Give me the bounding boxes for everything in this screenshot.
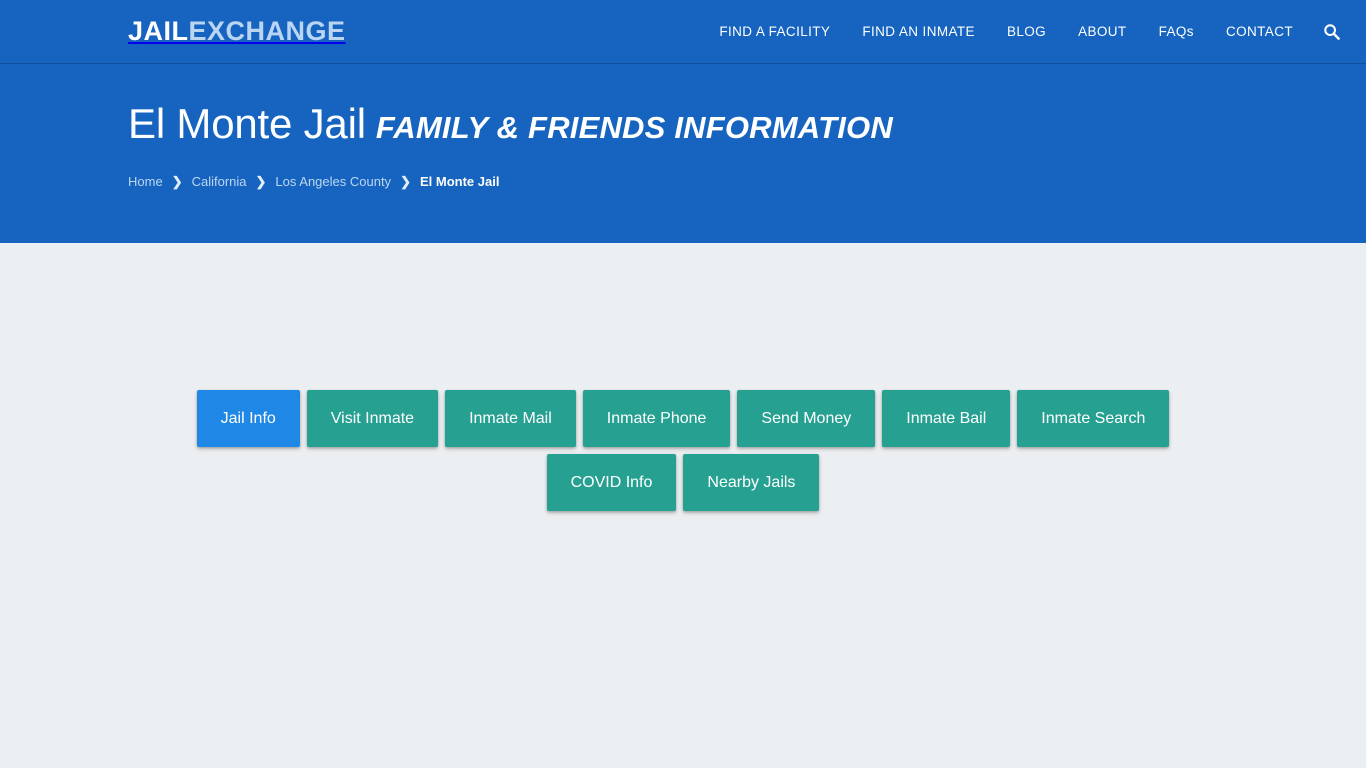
nav-item-blog[interactable]: BLOG xyxy=(991,0,1062,64)
nav-item-find-an-inmate[interactable]: FIND AN INMATE xyxy=(846,0,991,64)
tab-inmate-bail[interactable]: Inmate Bail xyxy=(882,390,1011,447)
tab-inmate-mail[interactable]: Inmate Mail xyxy=(445,390,576,447)
tab-nearby-jails[interactable]: Nearby Jails xyxy=(683,454,820,511)
tab-inmate-search[interactable]: Inmate Search xyxy=(1017,390,1170,447)
breadcrumb-item-current: El Monte Jail xyxy=(419,174,500,189)
page-title-main: El Monte Jail xyxy=(128,100,366,147)
nav-link-contact[interactable]: CONTACT xyxy=(1210,0,1309,64)
nav-link-find-a-facility[interactable]: FIND A FACILITY xyxy=(703,0,846,64)
tab-inmate-phone[interactable]: Inmate Phone xyxy=(582,390,731,447)
nav-item-about[interactable]: ABOUT xyxy=(1062,0,1143,64)
breadcrumb-item-home[interactable]: Home xyxy=(128,174,163,189)
breadcrumb-item-los-angeles-county[interactable]: Los Angeles County xyxy=(275,174,391,189)
nav-link-about[interactable]: ABOUT xyxy=(1062,0,1143,64)
nav-link-faqs[interactable]: FAQs xyxy=(1143,0,1210,64)
breadcrumb-item-california[interactable]: California xyxy=(192,174,247,189)
facility-tab-group: Jail Info Visit Inmate Inmate Mail Inmat… xyxy=(0,390,1366,518)
page-hero: El Monte Jail FAMILY & FRIENDS INFORMATIO… xyxy=(0,64,1366,243)
tab-covid-info[interactable]: COVID Info xyxy=(546,454,677,511)
breadcrumb-chevron-right-icon: ❯ xyxy=(255,174,267,189)
page-title: El Monte Jail FAMILY & FRIENDS INFORMATIO… xyxy=(128,64,1366,145)
search-icon[interactable] xyxy=(1323,23,1340,40)
facility-tab-row-2: COVID Info Nearby Jails xyxy=(543,454,823,511)
facility-tab-row-1: Jail Info Visit Inmate Inmate Mail Inmat… xyxy=(193,390,1173,447)
breadcrumb: Home ❯ California ❯ Los Angeles County ❯… xyxy=(128,174,1366,189)
main-menu: FIND A FACILITY FIND AN INMATE BLOG ABOU… xyxy=(703,0,1366,64)
nav-link-blog[interactable]: BLOG xyxy=(991,0,1062,64)
search-button[interactable] xyxy=(1309,0,1366,64)
breadcrumb-chevron-right-icon: ❯ xyxy=(171,174,183,189)
breadcrumb-chevron-right-icon: ❯ xyxy=(400,174,411,189)
page-title-subtitle: FAMILY & FRIENDS INFORMATION xyxy=(375,110,893,145)
nav-link-find-an-inmate[interactable]: FIND AN INMATE xyxy=(846,0,991,64)
tab-visit-inmate[interactable]: Visit Inmate xyxy=(306,390,439,447)
nav-item-find-a-facility[interactable]: FIND A FACILITY xyxy=(703,0,846,64)
tab-jail-info[interactable]: Jail Info xyxy=(196,390,300,447)
main-content: Jail Info Visit Inmate Inmate Mail Inmat… xyxy=(0,243,1366,518)
nav-item-faqs[interactable]: FAQs xyxy=(1143,0,1210,64)
nav-item-contact[interactable]: CONTACT xyxy=(1210,0,1309,64)
tab-send-money[interactable]: Send Money xyxy=(737,390,876,447)
